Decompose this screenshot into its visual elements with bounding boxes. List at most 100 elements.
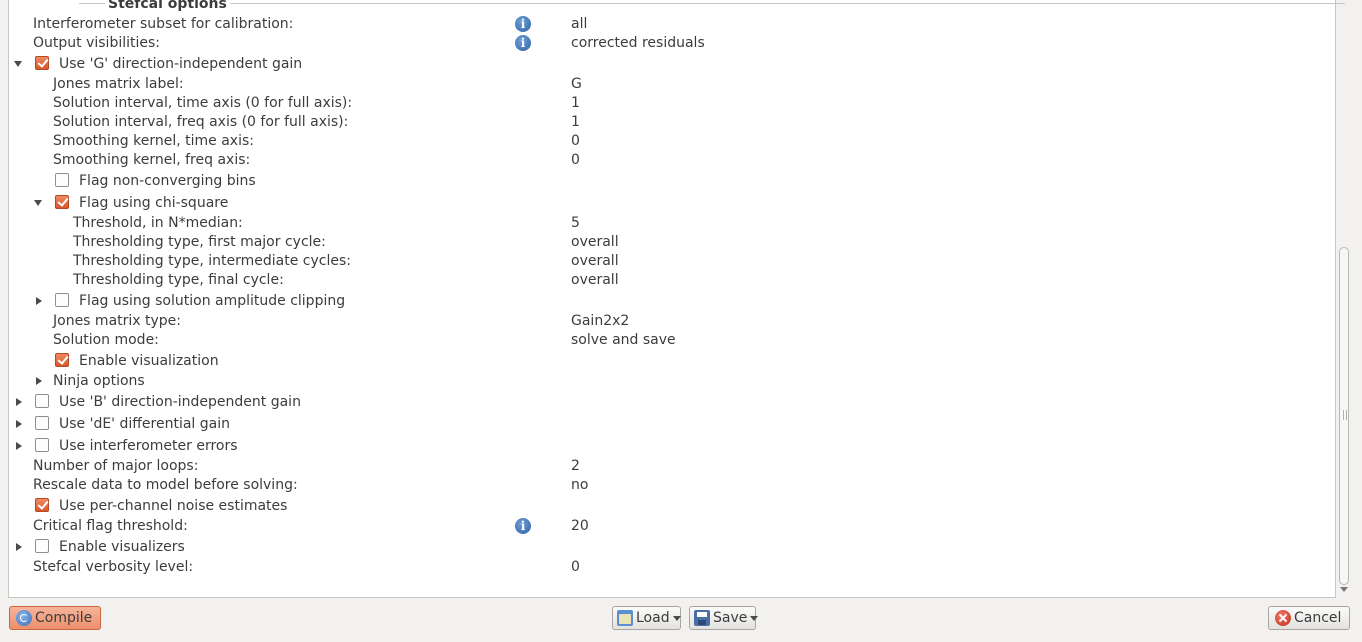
- option-row-flag-using-solution-amplitude-clipping[interactable]: Flag using solution amplitude clipping: [9, 291, 1329, 311]
- option-row-number-of-major-loops[interactable]: Number of major loops: 2: [9, 456, 1329, 476]
- option-value[interactable]: 2: [571, 456, 580, 476]
- load-button[interactable]: Load: [612, 606, 681, 630]
- info-icon[interactable]: i: [515, 16, 531, 32]
- option-row-ninja-options[interactable]: Ninja options: [9, 371, 1329, 391]
- option-label: Flag non-converging bins: [79, 173, 256, 189]
- compile-icon: [16, 610, 32, 626]
- use-g-direction-independent-gain-checkbox[interactable]: [35, 56, 49, 70]
- expander-collapsed-icon[interactable]: [33, 371, 45, 391]
- option-value[interactable]: 20: [571, 516, 589, 536]
- option-row-critical-flag-threshold[interactable]: Critical flag threshold: i 20: [9, 516, 1329, 536]
- option-label: Enable visualizers: [59, 539, 185, 555]
- option-row-use-b-direction-independent-gain[interactable]: Use 'B' direction-independent gain: [9, 392, 1329, 412]
- info-icon[interactable]: i: [515, 35, 531, 51]
- option-value[interactable]: 5: [571, 213, 580, 233]
- option-row-thresholding-type-intermediate-cycles[interactable]: Thresholding type, intermediate cycles: o…: [9, 251, 1329, 271]
- option-value[interactable]: 0: [571, 131, 580, 151]
- option-label: Use interferometer errors: [59, 438, 238, 454]
- use-de-differential-gain-checkbox[interactable]: [35, 416, 49, 430]
- expander-collapsed-icon[interactable]: [13, 537, 25, 557]
- option-row-threshold-in-n-median[interactable]: Threshold, in N*median: 5: [9, 213, 1329, 233]
- option-row-jones-matrix-type[interactable]: Jones matrix type: Gain2x2: [9, 311, 1329, 331]
- cancel-button-label: Cancel: [1294, 610, 1342, 626]
- option-row-thresholding-type-first-major-cycle[interactable]: Thresholding type, first major cycle: ove…: [9, 232, 1329, 252]
- option-row-output-visibilities[interactable]: Output visibilities: i corrected residuals: [9, 33, 1329, 53]
- option-row-smoothing-kernel-freq-axis[interactable]: Smoothing kernel, freq axis: 0: [9, 150, 1329, 170]
- use-b-direction-independent-gain-checkbox[interactable]: [35, 394, 49, 408]
- enable-visualizers-checkbox[interactable]: [35, 539, 49, 553]
- option-row-flag-non-converging-bins[interactable]: Flag non-converging bins: [9, 171, 1329, 191]
- option-row-stefcal-verbosity-level[interactable]: Stefcal verbosity level: 0: [9, 557, 1329, 577]
- vertical-scrollbar[interactable]: [1338, 0, 1352, 598]
- expander-expanded-icon[interactable]: [13, 54, 25, 74]
- option-label: Use 'dE' differential gain: [59, 416, 230, 432]
- option-value[interactable]: overall: [571, 251, 619, 271]
- option-value[interactable]: all: [571, 14, 587, 34]
- cancel-icon: [1275, 610, 1291, 626]
- expander-collapsed-icon[interactable]: [33, 291, 45, 311]
- enable-visualization-checkbox[interactable]: [55, 353, 69, 367]
- option-label: Solution interval, time axis (0 for full…: [53, 95, 353, 111]
- option-row-use-interferometer-errors[interactable]: Use interferometer errors: [9, 436, 1329, 456]
- expander-expanded-icon[interactable]: [33, 193, 45, 213]
- option-value[interactable]: no: [571, 475, 588, 495]
- option-label: Use 'B' direction-independent gain: [59, 394, 301, 410]
- option-label: Enable visualization: [79, 353, 219, 369]
- expander-collapsed-icon[interactable]: [13, 392, 25, 412]
- option-label: Thresholding type, intermediate cycles:: [73, 253, 351, 269]
- option-label: Jones matrix type:: [53, 313, 182, 329]
- flag-non-converging-bins-checkbox[interactable]: [55, 173, 69, 187]
- option-label: Stefcal verbosity level:: [33, 559, 194, 575]
- compile-button[interactable]: Compile: [9, 606, 101, 630]
- option-value[interactable]: 0: [571, 150, 580, 170]
- option-row-use-per-channel-noise-estimates[interactable]: Use per-channel noise estimates: [9, 496, 1329, 516]
- option-label: Interferometer subset for calibration:: [33, 16, 294, 32]
- option-label: Ninja options: [53, 373, 145, 389]
- flag-using-chi-square-checkbox[interactable]: [55, 195, 69, 209]
- option-value[interactable]: corrected residuals: [571, 33, 705, 53]
- option-row-interferometer-subset-for-calibration[interactable]: Interferometer subset for calibration: i a…: [9, 14, 1329, 34]
- expander-collapsed-icon[interactable]: [13, 436, 25, 456]
- option-value[interactable]: G: [571, 74, 582, 94]
- option-row-flag-using-chi-square[interactable]: Flag using chi-square: [9, 193, 1329, 213]
- option-row-enable-visualizers[interactable]: Enable visualizers: [9, 537, 1329, 557]
- option-value[interactable]: 1: [571, 93, 580, 113]
- group-frame: [79, 3, 1345, 4]
- floppy-disk-icon: [694, 610, 710, 626]
- option-label: Solution interval, freq axis (0 for full…: [53, 114, 349, 130]
- compile-button-label: Compile: [35, 610, 93, 626]
- option-value[interactable]: solve and save: [571, 330, 676, 350]
- scrollbar-thumb[interactable]: [1339, 247, 1349, 585]
- option-row-solution-mode[interactable]: Solution mode: solve and save: [9, 330, 1329, 350]
- use-interferometer-errors-checkbox[interactable]: [35, 438, 49, 452]
- option-row-enable-visualization[interactable]: Enable visualization: [9, 351, 1329, 371]
- option-value[interactable]: overall: [571, 232, 619, 252]
- flag-using-solution-amplitude-clipping-checkbox[interactable]: [55, 293, 69, 307]
- option-row-use-g-direction-independent-gain[interactable]: Use 'G' direction-independent gain: [9, 54, 1329, 74]
- option-value[interactable]: Gain2x2: [571, 311, 629, 331]
- expander-collapsed-icon[interactable]: [13, 414, 25, 434]
- option-label: Flag using chi-square: [79, 195, 229, 211]
- option-row-use-de-differential-gain[interactable]: Use 'dE' differential gain: [9, 414, 1329, 434]
- option-label: Critical flag threshold:: [33, 518, 188, 534]
- option-row-solution-interval-time-axis-0-for-full-axis[interactable]: Solution interval, time axis (0 for full…: [9, 93, 1329, 113]
- option-label: Thresholding type, final cycle:: [73, 272, 284, 288]
- cancel-button[interactable]: Cancel: [1268, 606, 1350, 630]
- info-icon[interactable]: i: [515, 518, 531, 534]
- option-row-thresholding-type-final-cycle[interactable]: Thresholding type, final cycle: overall: [9, 270, 1329, 290]
- option-row-rescale-data-to-model-before-solving[interactable]: Rescale data to model before solving: no: [9, 475, 1329, 495]
- option-label: Use per-channel noise estimates: [59, 498, 288, 514]
- load-button-label: Load: [636, 610, 670, 626]
- option-label: Output visibilities:: [33, 35, 160, 51]
- save-button[interactable]: Save: [689, 606, 759, 630]
- use-per-channel-noise-estimates-checkbox[interactable]: [35, 498, 49, 512]
- folder-open-icon: [617, 610, 633, 626]
- option-value[interactable]: overall: [571, 270, 619, 290]
- options-panel: Stefcal options Interferometer subset fo…: [8, 0, 1345, 598]
- option-row-jones-matrix-label[interactable]: Jones matrix label: G: [9, 74, 1329, 94]
- option-value[interactable]: 0: [571, 557, 580, 577]
- scroll-down-arrow-icon[interactable]: [1340, 587, 1348, 592]
- option-value[interactable]: 1: [571, 112, 580, 132]
- option-row-solution-interval-freq-axis-0-for-full-axis[interactable]: Solution interval, freq axis (0 for full…: [9, 112, 1329, 132]
- option-row-smoothing-kernel-time-axis[interactable]: Smoothing kernel, time axis: 0: [9, 131, 1329, 151]
